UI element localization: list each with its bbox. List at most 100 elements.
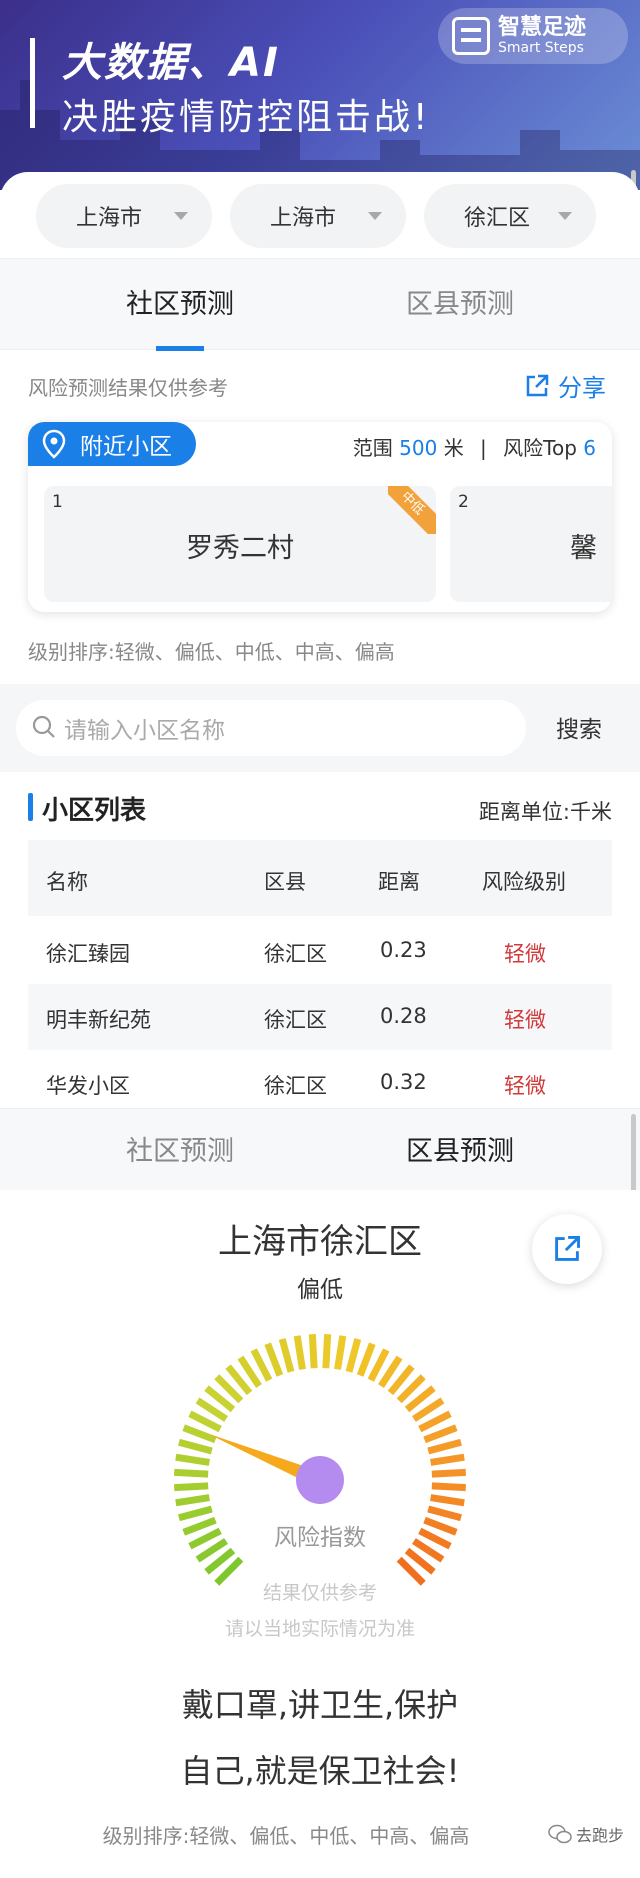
logo-mark-icon (452, 17, 490, 55)
table-row[interactable]: 华发小区 徐汇区 0.32 轻微 (28, 1050, 612, 1116)
tab-district-prediction[interactable]: 区县预测 (300, 1109, 620, 1195)
column-header-risk: 风险级别 (482, 870, 566, 894)
gauge-tick (178, 1505, 213, 1522)
district-select[interactable]: 徐汇区 (424, 184, 596, 248)
cell-distance: 0.23 (380, 938, 427, 962)
table-row[interactable]: 徐汇臻园 徐汇区 0.23 轻微 (28, 918, 612, 984)
tab-label: 区县预测 (406, 1136, 514, 1167)
tab-district-prediction[interactable]: 区县预测 (300, 259, 620, 351)
share-icon (526, 374, 549, 396)
prediction-tabs-top: 社区预测 区县预测 (0, 258, 640, 351)
column-header-distance: 距离 (378, 870, 420, 894)
search-button[interactable]: 搜索 (556, 710, 602, 744)
nearby-label: 附近小区 (80, 434, 172, 460)
cell-distance: 0.28 (380, 1004, 427, 1028)
cell-district: 徐汇区 (264, 1008, 327, 1032)
risk-gauge (174, 1334, 466, 1586)
city-sub-select[interactable]: 上海市 (230, 184, 406, 248)
gauge-tick (430, 1453, 465, 1466)
gauge-tick (430, 1494, 465, 1507)
column-header-district: 区县 (264, 870, 306, 894)
level-order-bottom: 级别排序:轻微、偏低、中低、中高、偏高 (102, 1824, 470, 1848)
logo-text-cn: 智慧足迹 (498, 15, 587, 40)
chevron-down-icon (174, 212, 188, 220)
search-placeholder: 请输入小区名称 (64, 718, 225, 744)
gauge-tick (174, 1482, 209, 1492)
chevron-down-icon (558, 212, 572, 220)
range-value: 500 (399, 436, 438, 460)
list-table-header: 名称 区县 距离 风险级别 (28, 840, 612, 916)
gauge-tick (278, 1338, 295, 1373)
level-order-text: 级别排序:轻微、偏低、中低、中高、偏高 (28, 640, 395, 664)
community-card[interactable]: 1 罗秀二村 中低 (44, 486, 436, 602)
district-select-value: 徐汇区 (464, 206, 531, 231)
gauge-tick (175, 1494, 210, 1507)
banner-title: 大数据、AI (62, 40, 280, 86)
share-button[interactable]: 分享 (524, 368, 606, 403)
gauge-tick (308, 1334, 318, 1369)
watermark: 去跑步 (548, 1822, 624, 1846)
top-value: 6 (583, 436, 596, 460)
range-prefix: 范围 (352, 436, 393, 460)
gauge-tick (334, 1335, 347, 1370)
cell-name: 徐汇臻园 (46, 942, 130, 966)
gauge-pivot (296, 1456, 344, 1504)
disclaimer-text: 风险预测结果仅供参考 (28, 376, 228, 400)
gauge-tick (264, 1342, 284, 1377)
active-tab-indicator (156, 346, 204, 351)
city-select[interactable]: 上海市 (36, 184, 212, 248)
cell-risk: 轻微 (504, 1074, 546, 1098)
cell-distance: 0.32 (380, 1070, 427, 1094)
header-banner: 大数据、AI 决胜疫情防控阻击战! 智慧足迹 Smart Steps (0, 0, 640, 190)
district-share-button[interactable] (532, 1214, 602, 1284)
cell-risk: 轻微 (504, 942, 546, 966)
tab-label: 区县预测 (406, 289, 514, 320)
watermark-text: 去跑步 (576, 1826, 625, 1845)
gauge-tick (427, 1438, 462, 1455)
location-pin-icon (42, 429, 66, 459)
risk-index-label: 风险指数 (274, 1525, 366, 1551)
range-info: 范围 500 米 | 风险Top 6 (353, 432, 596, 461)
prediction-tabs-bottom: 社区预测 区县预测 (0, 1108, 640, 1195)
cell-name: 明丰新纪苑 (46, 1008, 151, 1032)
gauge-tick (182, 1424, 217, 1444)
logo-text-en: Smart Steps (498, 40, 584, 56)
cell-district: 徐汇区 (264, 1074, 327, 1098)
gauge-tick (431, 1468, 466, 1478)
city-sub-select-value: 上海市 (270, 206, 337, 231)
wechat-icon (548, 1824, 572, 1844)
title-accent-bar (30, 38, 35, 128)
gauge-tick (345, 1338, 362, 1373)
tab-community-prediction[interactable]: 社区预测 (20, 1109, 340, 1195)
cell-name: 华发小区 (46, 1074, 130, 1098)
slogan-line-2: 自己,就是保卫社会! (180, 1752, 460, 1790)
gauge-tick (293, 1335, 306, 1370)
community-index: 2 (458, 492, 469, 512)
gauge-tick (322, 1334, 332, 1369)
gauge-tick (423, 1424, 458, 1444)
community-search-input[interactable]: 请输入小区名称 (16, 700, 526, 756)
smart-steps-logo: 智慧足迹 Smart Steps (438, 8, 628, 64)
tab-label: 社区预测 (126, 289, 234, 320)
tab-label: 社区预测 (126, 1136, 234, 1167)
table-row[interactable]: 明丰新纪苑 徐汇区 0.28 轻微 (28, 984, 612, 1050)
range-divider: | (480, 436, 487, 460)
cell-risk: 轻微 (504, 1008, 546, 1032)
nearby-communities-card: 附近小区 范围 500 米 | 风险Top 6 1 罗秀二村 中低 2 馨 (28, 422, 612, 612)
cell-district: 徐汇区 (264, 942, 327, 966)
gauge-tick (427, 1505, 462, 1522)
risk-tag-label: 中低 (388, 486, 436, 534)
risk-tag: 中低 (388, 486, 436, 534)
result-note: 结果仅供参考 (262, 1582, 377, 1604)
range-unit: 米 (443, 436, 464, 460)
community-name: 罗秀二村 (186, 533, 294, 564)
tab-community-prediction[interactable]: 社区预测 (20, 259, 340, 351)
community-card[interactable]: 2 馨 (450, 486, 612, 602)
gauge-tick (356, 1342, 376, 1377)
result-note-secondary: 请以当地实际情况为准 (224, 1618, 415, 1640)
column-header-name: 名称 (46, 870, 88, 894)
banner-subtitle: 决胜疫情防控阻击战! (62, 97, 431, 138)
top-prefix: 风险Top (503, 436, 577, 460)
nearby-pill: 附近小区 (28, 422, 196, 466)
gauge-tick (178, 1438, 213, 1455)
